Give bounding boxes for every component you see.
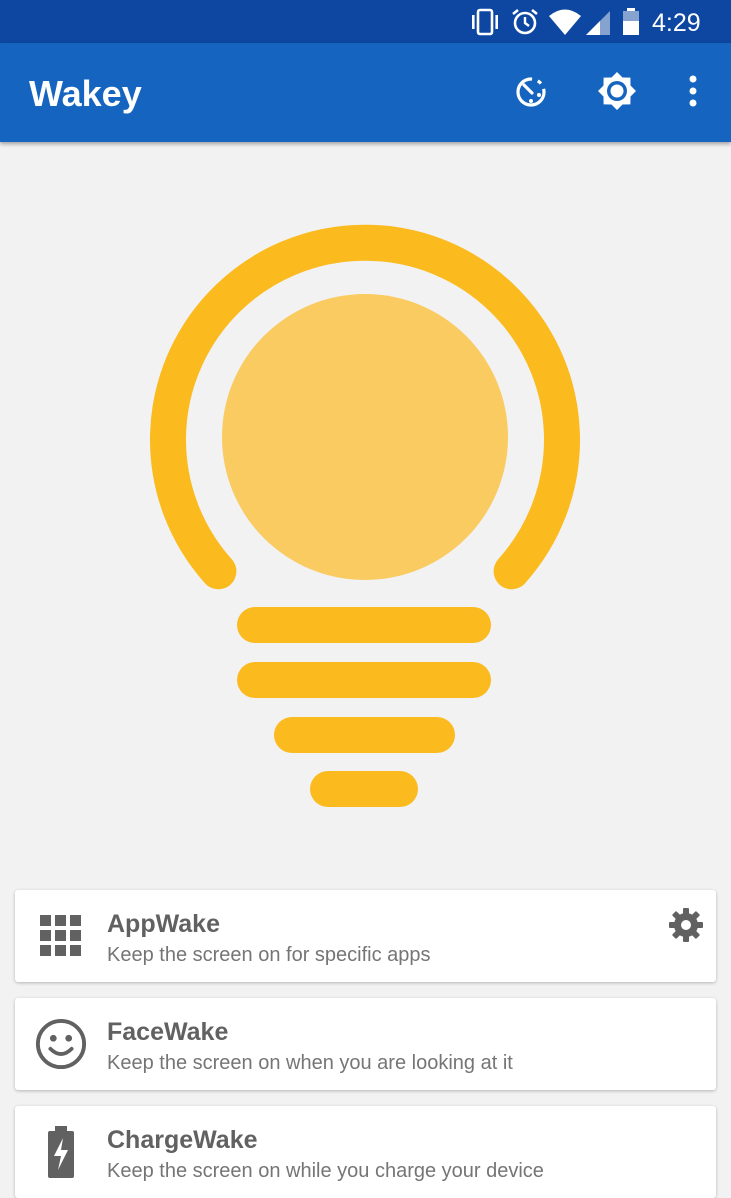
wifi-icon [548,7,582,42]
brightness-icon [597,71,637,116]
brightness-button[interactable] [592,68,642,118]
smiley-face-icon [35,1018,87,1070]
appwake-card[interactable]: AppWake Keep the screen on for specific … [15,890,716,982]
appwake-title: AppWake [107,910,220,938]
app-bar: Wakey [0,43,731,142]
timer-icon [513,73,549,114]
more-vert-icon [688,75,698,112]
facewake-title: FaceWake [107,1018,229,1046]
chargewake-subtitle: Keep the screen on while you charge your… [107,1160,544,1182]
battery-charging-icon [35,1126,87,1178]
appwake-subtitle: Keep the screen on for specific apps [107,944,431,966]
vibrate-icon [469,7,501,42]
battery-icon [620,7,642,42]
appwake-settings-button[interactable] [666,907,706,947]
timer-button[interactable] [506,68,556,118]
facewake-subtitle: Keep the screen on when you are looking … [107,1052,513,1074]
app-title: Wakey [29,73,142,114]
more-options-button[interactable] [668,68,718,118]
status-bar: 4:29 [0,0,731,43]
alarm-icon [510,7,540,42]
facewake-card[interactable]: FaceWake Keep the screen on when you are… [15,998,716,1090]
chargewake-title: ChargeWake [107,1126,258,1154]
gear-icon [668,907,704,948]
lightbulb-icon [150,224,580,807]
wake-toggle-bulb[interactable] [130,200,600,825]
chargewake-card[interactable]: ChargeWake Keep the screen on while you … [15,1106,716,1198]
status-time: 4:29 [652,9,701,37]
cell-signal-icon [584,7,612,42]
grid-apps-icon [35,910,87,962]
